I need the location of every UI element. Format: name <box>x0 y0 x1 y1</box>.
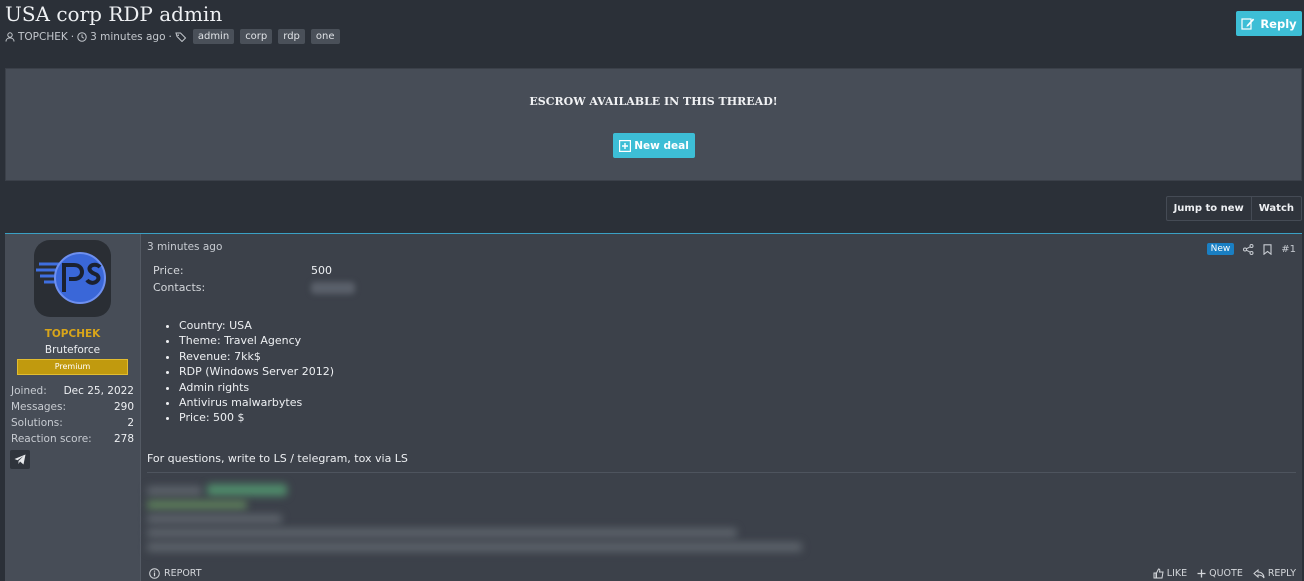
stat-solutions: Solutions: 2 <box>11 417 134 429</box>
list-item: Revenue: 7kk$ <box>179 349 334 364</box>
plus-square-icon <box>619 139 632 152</box>
hidden-contact <box>311 282 355 294</box>
new-badge: New <box>1206 243 1235 255</box>
escrow-panel: ESCROW AVAILABLE IN THIS THREAD! New dea… <box>5 68 1302 181</box>
reply-button[interactable]: Reply <box>1236 11 1302 36</box>
list-item: Price: 500 $ <box>179 410 334 425</box>
share-icon[interactable] <box>1243 243 1254 255</box>
thread-actions: Jump to new Watch <box>1165 196 1302 221</box>
new-deal-label: New deal <box>634 139 689 152</box>
tag-corp[interactable]: corp <box>240 29 273 44</box>
stat-messages: Messages: 290 <box>11 401 134 413</box>
premium-badge: Premium <box>17 359 128 375</box>
page-title: USA corp RDP admin <box>5 2 223 26</box>
report-button[interactable]: REPORT <box>149 568 202 579</box>
contacts-field: Contacts: <box>153 279 355 296</box>
post-footer-actions: LIKE QUOTE REPLY <box>1153 568 1296 579</box>
user-sidebar: TOPCHEK Bruteforce Premium Joined: Dec 25… <box>5 234 141 581</box>
avatar-logo-icon <box>36 252 106 304</box>
telegram-button[interactable] <box>10 450 30 469</box>
new-deal-button[interactable]: New deal <box>613 133 695 158</box>
post: TOPCHEK Bruteforce Premium Joined: Dec 25… <box>5 233 1302 581</box>
escrow-title: ESCROW AVAILABLE IN THIS THREAD! <box>529 95 778 108</box>
clock-icon <box>77 31 87 42</box>
post-fields: Price: 500 Contacts: <box>153 262 355 296</box>
user-stats: Joined: Dec 25, 2022 Messages: 290 Solutio… <box>11 383 134 447</box>
post-time[interactable]: 3 minutes ago <box>147 241 222 253</box>
like-button[interactable]: LIKE <box>1153 568 1187 579</box>
tag-rdp[interactable]: rdp <box>278 29 305 44</box>
stat-reaction-score: Reaction score: 278 <box>11 433 134 445</box>
thread-time[interactable]: 3 minutes ago <box>90 31 165 43</box>
user-icon <box>5 31 15 42</box>
thread-author[interactable]: TOPCHEK <box>18 31 68 43</box>
thread-meta: TOPCHEK · 3 minutes ago · admin corp rdp… <box>5 29 340 44</box>
watch-button[interactable]: Watch <box>1250 197 1301 220</box>
avatar[interactable] <box>34 240 111 317</box>
jump-to-new-button[interactable]: Jump to new <box>1167 197 1251 220</box>
reply-button-label: Reply <box>1260 16 1297 31</box>
post-content: 3 minutes ago New #1 Price: 500 Contacts… <box>147 234 1302 581</box>
user-title: Bruteforce <box>44 344 101 356</box>
post-bullet-list: Country: USA Theme: Travel Agency Revenu… <box>179 318 334 426</box>
list-item: Antivirus malwarbytes <box>179 395 334 410</box>
thumbs-up-icon <box>1153 568 1164 579</box>
tag-admin[interactable]: admin <box>192 29 235 44</box>
post-actions: New #1 <box>1206 243 1296 255</box>
plus-icon <box>1197 569 1206 578</box>
list-item: RDP (Windows Server 2012) <box>179 364 334 379</box>
list-item: Admin rights <box>179 380 334 395</box>
stat-joined: Joined: Dec 25, 2022 <box>11 385 134 397</box>
hidden-signature <box>147 480 807 555</box>
tag-one[interactable]: one <box>310 29 340 44</box>
list-item: Country: USA <box>179 318 334 333</box>
edit-icon <box>1241 18 1255 30</box>
signature-divider <box>147 472 1296 473</box>
bookmark-icon[interactable] <box>1263 243 1272 255</box>
price-field: Price: 500 <box>153 264 332 277</box>
quote-button[interactable]: QUOTE <box>1197 568 1243 579</box>
reply-arrow-icon <box>1253 568 1265 578</box>
info-icon <box>149 568 160 579</box>
tags-icon <box>175 32 187 42</box>
telegram-icon <box>14 454 26 465</box>
list-item: Theme: Travel Agency <box>179 333 334 348</box>
username[interactable]: TOPCHEK <box>5 328 140 340</box>
reply-post-button[interactable]: REPLY <box>1253 568 1296 579</box>
post-number[interactable]: #1 <box>1281 244 1296 255</box>
post-note: For questions, write to LS / telegram, t… <box>147 452 408 465</box>
